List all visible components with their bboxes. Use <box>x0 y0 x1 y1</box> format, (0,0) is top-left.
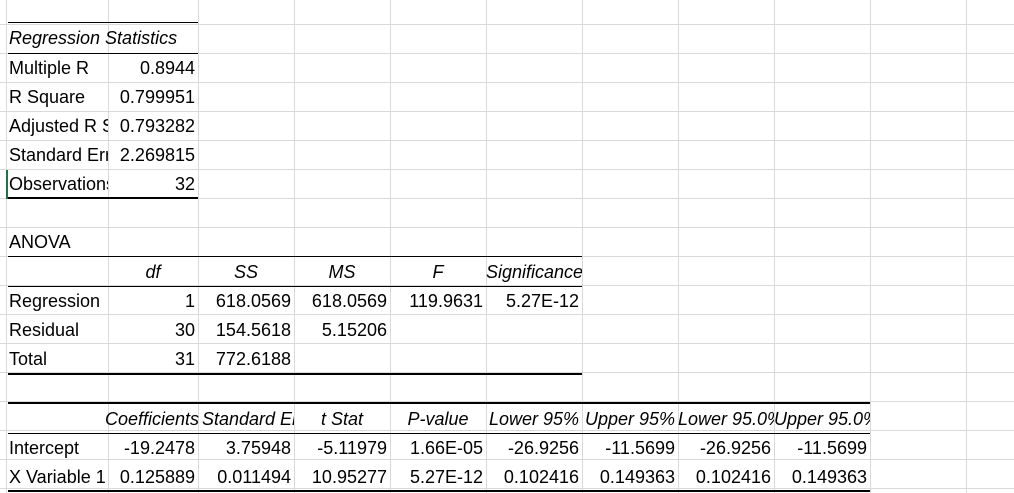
stat-label[interactable]: R Square <box>6 83 108 112</box>
coef-cell[interactable]: -5.11979 <box>294 434 390 463</box>
coef-header[interactable]: Lower 95.0% <box>678 405 774 434</box>
stat-label[interactable]: Multiple R <box>6 54 108 83</box>
stat-value[interactable]: 0.793282 <box>108 112 198 141</box>
anova-header[interactable]: SS <box>198 258 294 287</box>
coef-header[interactable]: Upper 95.0% <box>774 405 870 434</box>
coef-header[interactable]: Upper 95% <box>582 405 678 434</box>
anova-cell[interactable]: Total <box>6 345 108 374</box>
stat-label[interactable]: Observations <box>6 170 108 199</box>
regression-statistics-title[interactable]: Regression Statistics <box>6 24 198 53</box>
anova-cell[interactable]: 5.27E-12 <box>486 287 582 316</box>
anova-cell[interactable]: 30 <box>108 316 198 345</box>
coef-cell[interactable]: 1.66E-05 <box>390 434 486 463</box>
coef-cell[interactable]: -26.9256 <box>486 434 582 463</box>
coef-cell[interactable]: 0.149363 <box>582 463 678 492</box>
coef-cell[interactable]: -26.9256 <box>678 434 774 463</box>
anova-header[interactable]: Significance F <box>486 258 582 287</box>
coef-cell[interactable]: 0.102416 <box>486 463 582 492</box>
coef-cell[interactable]: -11.5699 <box>774 434 870 463</box>
anova-cell[interactable]: 618.0569 <box>198 287 294 316</box>
stat-value[interactable]: 32 <box>108 170 198 199</box>
coef-cell[interactable]: 5.27E-12 <box>390 463 486 492</box>
anova-cell[interactable]: 618.0569 <box>294 287 390 316</box>
anova-cell[interactable]: 154.5618 <box>198 316 294 345</box>
anova-cell[interactable]: 772.6188 <box>198 345 294 374</box>
table-border <box>8 256 582 257</box>
coef-cell[interactable]: 0.149363 <box>774 463 870 492</box>
coef-cell[interactable]: 0.102416 <box>678 463 774 492</box>
anova-header[interactable] <box>6 258 108 287</box>
coef-header[interactable] <box>6 405 108 434</box>
coef-cell[interactable]: -19.2478 <box>108 434 198 463</box>
table-border <box>8 490 870 492</box>
coef-cell[interactable]: -11.5699 <box>582 434 678 463</box>
cell-selection-marker <box>6 170 8 199</box>
anova-cell[interactable]: 5.15206 <box>294 316 390 345</box>
coef-header[interactable]: Standard Error <box>202 405 294 434</box>
stat-label[interactable]: Standard Error <box>6 141 108 170</box>
anova-cell[interactable]: 119.9631 <box>390 287 486 316</box>
coef-header[interactable]: Coefficients <box>94 405 202 434</box>
anova-header[interactable]: MS <box>294 258 390 287</box>
anova-header[interactable]: df <box>108 258 198 287</box>
coef-header[interactable]: P-value <box>390 405 486 434</box>
coef-header[interactable]: t Stat <box>294 405 390 434</box>
coef-cell[interactable]: 3.75948 <box>198 434 294 463</box>
table-border <box>8 373 582 375</box>
coef-cell[interactable]: 10.95277 <box>294 463 390 492</box>
stat-value[interactable]: 0.799951 <box>108 83 198 112</box>
table-border <box>8 402 870 404</box>
coef-header[interactable]: Lower 95% <box>486 405 582 434</box>
table-border <box>8 197 198 199</box>
anova-cell[interactable]: Regression <box>6 287 108 316</box>
coef-cell[interactable]: Intercept <box>6 434 108 463</box>
stat-label[interactable]: Adjusted R Square <box>6 112 108 141</box>
coef-cell[interactable]: X Variable 1 <box>6 463 108 492</box>
coef-cell[interactable]: 0.125889 <box>108 463 198 492</box>
stat-value[interactable]: 0.8944 <box>108 54 198 83</box>
anova-cell[interactable]: 1 <box>108 287 198 316</box>
stat-value[interactable]: 2.269815 <box>108 141 198 170</box>
anova-title[interactable]: ANOVA <box>6 228 108 257</box>
coef-cell[interactable]: 0.011494 <box>198 463 294 492</box>
anova-cell[interactable]: 31 <box>108 345 198 374</box>
table-border <box>8 22 198 23</box>
anova-header[interactable]: F <box>390 258 486 287</box>
anova-cell[interactable]: Residual <box>6 316 108 345</box>
